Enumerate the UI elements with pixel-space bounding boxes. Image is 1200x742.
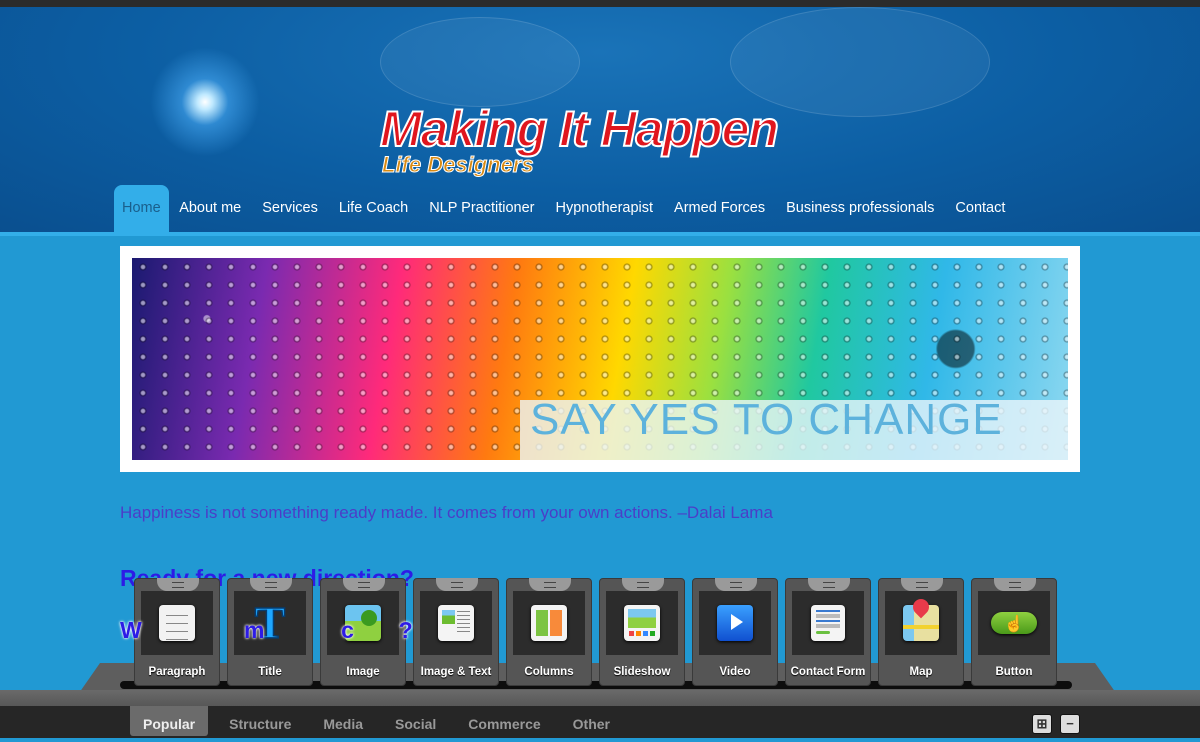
drag-handle[interactable] xyxy=(529,578,571,591)
drag-handle[interactable] xyxy=(622,578,664,591)
widget-label: Title xyxy=(258,666,282,678)
banner-frame: SAY YES TO CHANGE xyxy=(120,246,1080,472)
button-icon: ☝ xyxy=(991,612,1037,634)
tab-commerce[interactable]: Commerce xyxy=(457,706,551,736)
widget-video[interactable]: Video xyxy=(692,578,778,686)
tab-social[interactable]: Social xyxy=(384,706,447,736)
drag-handle[interactable] xyxy=(715,578,757,591)
nav-nlp-practitioner[interactable]: NLP Practitioner xyxy=(419,185,545,232)
star-decoration xyxy=(150,47,260,157)
image-text-icon xyxy=(438,605,474,641)
widget-label: Button xyxy=(995,666,1033,678)
banner-image: SAY YES TO CHANGE xyxy=(132,258,1068,460)
widget-label: Image xyxy=(346,666,380,678)
widget-button[interactable]: ☝ Button xyxy=(971,578,1057,686)
logo-title: Making It Happen xyxy=(379,100,780,158)
tab-media[interactable]: Media xyxy=(312,706,374,736)
widget-label: Contact Form xyxy=(790,666,866,678)
drag-handle[interactable] xyxy=(157,578,199,591)
nav-underline xyxy=(0,232,1200,236)
drag-handle[interactable] xyxy=(901,578,943,591)
site-logo[interactable]: Making It Happen Life Designers xyxy=(379,62,830,182)
widget-tray-lip xyxy=(0,690,1200,706)
tab-popular[interactable]: Popular xyxy=(130,706,209,736)
widget-columns[interactable]: Columns xyxy=(506,578,592,686)
widget-label: Image & Text xyxy=(420,666,492,678)
widget-label: Columns xyxy=(524,666,574,678)
nav-services[interactable]: Services xyxy=(252,185,329,232)
widget-label: Map xyxy=(909,666,933,678)
logo-subtitle: Life Designers xyxy=(382,152,535,178)
nav-business-professionals[interactable]: Business professionals xyxy=(776,185,945,232)
contact-form-icon xyxy=(811,605,845,641)
nav-home[interactable]: Home xyxy=(114,185,169,232)
nav-hypnotherapist[interactable]: Hypnotherapist xyxy=(545,185,664,232)
map-icon xyxy=(903,605,939,641)
main-nav: Home About me Services Life Coach NLP Pr… xyxy=(114,185,1016,233)
nav-about-me[interactable]: About me xyxy=(169,185,252,232)
grid-view-icon[interactable]: ⊞ xyxy=(1032,714,1052,734)
nav-armed-forces[interactable]: Armed Forces xyxy=(664,185,776,232)
widget-label: Slideshow xyxy=(613,666,671,678)
widget-slideshow[interactable]: Slideshow xyxy=(599,578,685,686)
widget-contact-form[interactable]: Contact Form xyxy=(785,578,871,686)
top-bar xyxy=(0,0,1200,7)
heading-secondary: W m c ? xyxy=(120,617,413,643)
drag-handle[interactable] xyxy=(343,578,385,591)
widget-label: Video xyxy=(719,666,751,678)
widget-image-text[interactable]: Image & Text xyxy=(413,578,499,686)
banner-caption: SAY YES TO CHANGE xyxy=(520,398,1068,460)
nav-contact[interactable]: Contact xyxy=(945,185,1016,232)
widget-map[interactable]: Map xyxy=(878,578,964,686)
tab-other[interactable]: Other xyxy=(562,706,621,736)
drag-handle[interactable] xyxy=(808,578,850,591)
nav-life-coach[interactable]: Life Coach xyxy=(328,185,418,232)
drag-handle[interactable] xyxy=(994,578,1036,591)
video-icon xyxy=(717,605,753,641)
drag-handle[interactable] xyxy=(436,578,478,591)
category-tabs: Popular Structure Media Social Commerce … xyxy=(130,706,631,736)
drag-handle[interactable] xyxy=(250,578,292,591)
minimize-icon[interactable]: − xyxy=(1060,714,1080,734)
tab-structure[interactable]: Structure xyxy=(218,706,302,736)
slideshow-icon xyxy=(624,605,660,641)
columns-icon xyxy=(531,605,567,641)
quote-text: Happiness is not something ready made. I… xyxy=(120,503,773,522)
widget-label: Paragraph xyxy=(148,666,206,678)
